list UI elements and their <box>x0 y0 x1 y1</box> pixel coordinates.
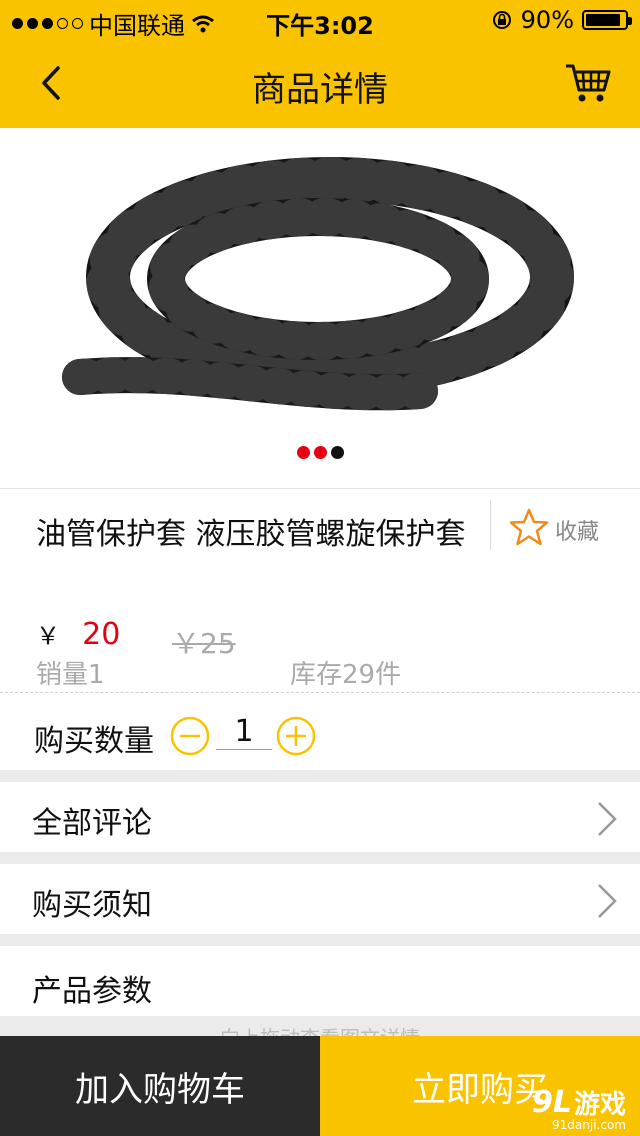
notice-label: 购买须知 <box>32 888 152 923</box>
minus-icon[interactable] <box>170 716 210 756</box>
battery-percent: 90% <box>520 6 574 34</box>
params-row[interactable]: 产品参数 <box>0 946 640 1016</box>
buy-now-label: 立即购买 <box>412 1069 548 1110</box>
notice-row[interactable]: 购买须知 <box>0 864 640 936</box>
quantity-label: 购买数量 <box>34 724 154 759</box>
section-separator <box>0 852 640 864</box>
plus-icon[interactable] <box>276 716 316 756</box>
drag-hint: 向上拖动查看图文详情 <box>0 1016 640 1036</box>
status-bar: 中国联通 下午3:02 90% <box>0 0 640 40</box>
price-row: ￥ 20 <box>36 614 120 652</box>
section-separator <box>0 770 640 782</box>
sales-count: 销量1 <box>36 660 105 690</box>
cart-icon[interactable] <box>564 58 612 106</box>
pager-dot <box>313 446 327 459</box>
original-price: ￥25 <box>172 627 236 660</box>
buy-now-button[interactable]: 立即购买 9L 游戏 91danji.com <box>320 1036 640 1136</box>
page-title: 商品详情 <box>252 70 388 110</box>
add-to-cart-button[interactable]: 加入购物车 <box>0 1036 320 1136</box>
section-separator <box>0 934 640 946</box>
divider <box>0 488 640 489</box>
quantity-input[interactable]: 1 <box>216 714 272 750</box>
rotation-lock-icon <box>492 11 511 29</box>
pager-dot <box>296 446 310 459</box>
chevron-right-icon <box>598 802 617 836</box>
drag-hint-text: 向上拖动查看图文详情 <box>0 1022 640 1036</box>
watermark-logo: 9L 游戏 91danji.com <box>531 1082 626 1133</box>
params-label: 产品参数 <box>32 974 152 1009</box>
currency-symbol: ￥ <box>36 622 60 650</box>
bottom-action-bar: 加入购物车 立即购买 9L 游戏 91danji.com <box>0 1036 640 1136</box>
watermark-text: 游戏 <box>573 1089 626 1120</box>
watermark-site: 91danji.com <box>552 1118 626 1132</box>
watermark-mark: 9L <box>531 1084 572 1120</box>
battery-icon <box>582 10 632 30</box>
nav-bar: 商品详情 <box>0 40 640 128</box>
dashed-divider <box>0 692 640 693</box>
reviews-label: 全部评论 <box>32 806 152 841</box>
chevron-right-icon <box>598 884 617 918</box>
favorite-button[interactable]: 收藏 <box>490 500 640 550</box>
stock-count: 库存29件 <box>290 660 402 690</box>
product-title: 油管保护套 液压胶管螺旋保护套 <box>36 517 466 552</box>
star-icon <box>509 508 549 546</box>
favorite-label: 收藏 <box>555 520 600 545</box>
reviews-row[interactable]: 全部评论 <box>0 782 640 854</box>
product-image <box>62 157 574 411</box>
product-image-carousel[interactable] <box>0 129 640 489</box>
carousel-pager <box>0 446 640 459</box>
current-price: 20 <box>82 617 121 652</box>
pager-dot-active <box>330 446 344 459</box>
